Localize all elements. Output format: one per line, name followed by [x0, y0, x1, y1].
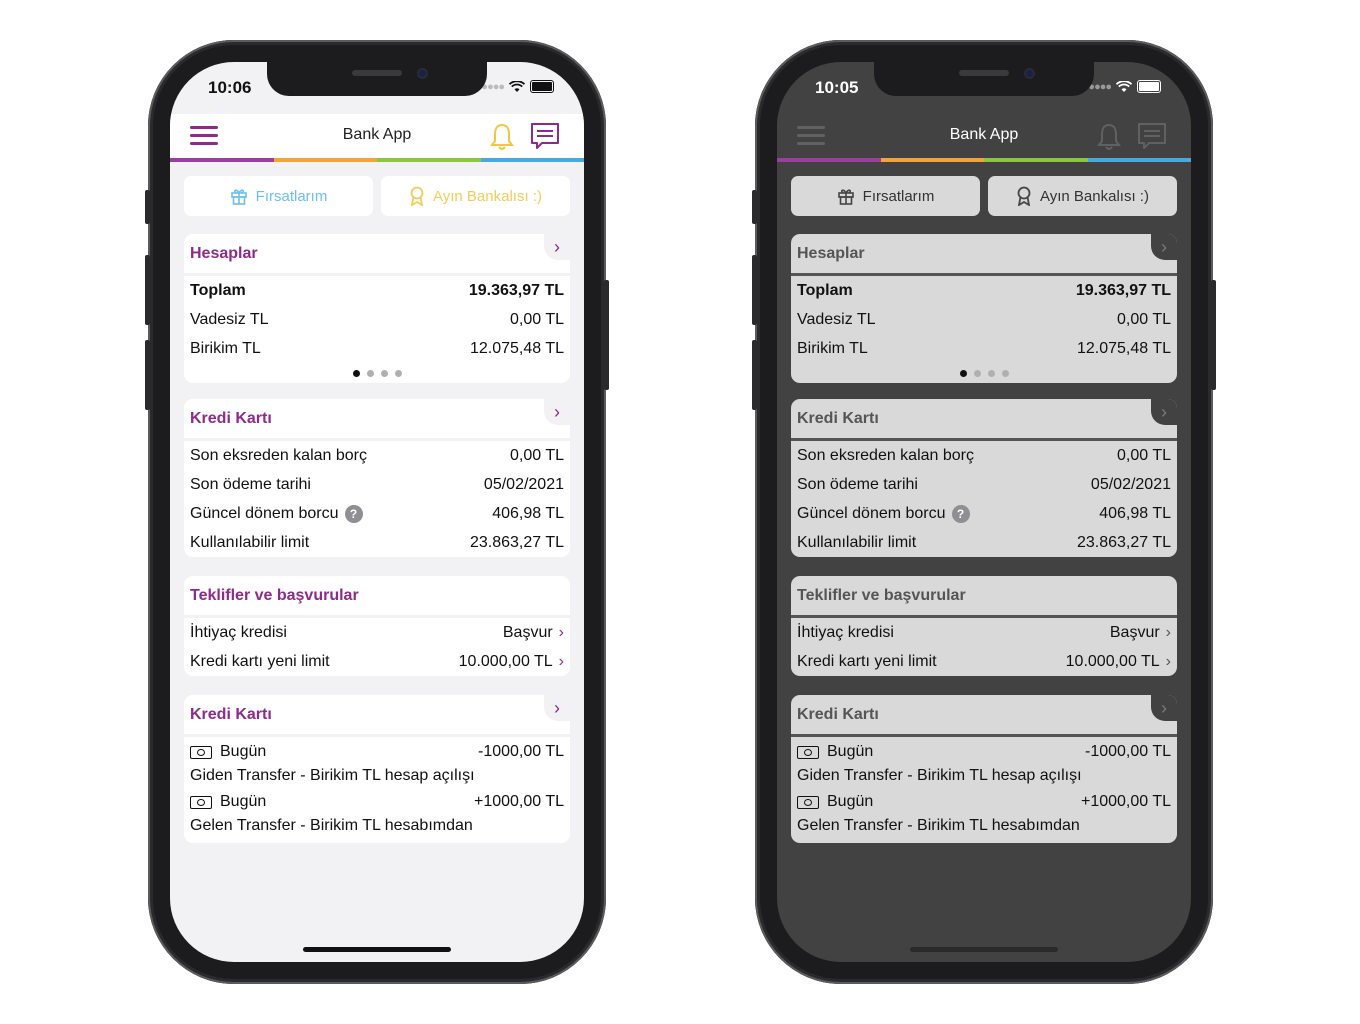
- offer-row[interactable]: İhtiyaç kredisi Başvur ›: [184, 618, 570, 647]
- bell-icon[interactable]: [488, 122, 516, 152]
- offers-card: Teklifler ve başvurular İhtiyaç kredisi B…: [791, 576, 1177, 676]
- transaction-item: Bugün -1000,00 TL Giden Transfer - Biriki…: [797, 743, 1171, 784]
- offers-title: Teklifler ve başvurular: [797, 587, 966, 604]
- account-row: Vadesiz TL 0,00 TL: [190, 310, 564, 328]
- credit-row: Son ödeme tarihi 05/02/2021: [797, 475, 1171, 493]
- transaction-item: Bugün -1000,00 TL Giden Transfer - Biriki…: [190, 743, 564, 784]
- chevron-right-icon[interactable]: ›: [1151, 234, 1177, 260]
- bell-icon[interactable]: [1095, 122, 1123, 152]
- offer-row[interactable]: Kredi kartı yeni limit 10.000,00 TL ›: [184, 647, 570, 676]
- battery-icon: [1137, 80, 1161, 93]
- credit-row: Son ödeme tarihi 05/02/2021: [190, 475, 564, 493]
- award-label: Ayın Bankalısı :): [433, 187, 542, 205]
- home-indicator[interactable]: [910, 947, 1058, 952]
- award-label: Ayın Bankalısı :): [1040, 187, 1149, 205]
- chevron-right-icon: ›: [558, 623, 564, 641]
- offer-row[interactable]: İhtiyaç kredisi Başvur ›: [791, 618, 1177, 647]
- transaction-item: Bugün +1000,00 TL Gelen Transfer - Biriki…: [797, 793, 1171, 834]
- credit-row: Kullanılabilir limit 23.863,27 TL: [797, 533, 1171, 551]
- chevron-right-icon[interactable]: ›: [544, 399, 570, 425]
- offers-title: Teklifler ve başvurular: [190, 587, 359, 604]
- promo-bar: Fırsatlarım Ayın Bankalısı :): [791, 176, 1177, 216]
- award-button[interactable]: Ayın Bankalısı :): [381, 176, 570, 216]
- gifts-label: Fırsatlarım: [862, 187, 935, 205]
- navbar: Bank App: [777, 114, 1191, 158]
- battery-icon: [530, 80, 554, 93]
- cash-icon: [797, 795, 819, 809]
- page-indicator[interactable]: [184, 363, 570, 383]
- transactions-card[interactable]: Kredi Kartı › Bugün -1000,00 TL Giden Tran…: [791, 695, 1177, 843]
- award-button[interactable]: Ayın Bankalısı :): [988, 176, 1177, 216]
- chat-icon[interactable]: [1137, 122, 1167, 152]
- credit-card-title: Kredi Kartı: [190, 410, 272, 427]
- credit-card-title: Kredi Kartı: [797, 410, 879, 427]
- notch: [267, 62, 487, 96]
- account-row: Birikim TL 12.075,48 TL: [797, 339, 1171, 357]
- wifi-icon: [509, 80, 525, 92]
- credit-card-card[interactable]: Kredi Kartı › Son eksreden kalan borç 0,00…: [184, 399, 570, 557]
- chevron-right-icon: ›: [1165, 623, 1171, 641]
- transaction-item: Bugün +1000,00 TL Gelen Transfer - Biriki…: [190, 793, 564, 834]
- credit-row: Son eksreden kalan borç 0,00 TL: [190, 446, 564, 464]
- chevron-right-icon[interactable]: ›: [544, 695, 570, 721]
- wifi-icon: [1116, 80, 1132, 92]
- home-indicator[interactable]: [303, 947, 451, 952]
- credit-row: Güncel dönem borcu? 406,98 TL: [797, 504, 1171, 523]
- accounts-card[interactable]: Hesaplar › Toplam 19.363,97 TL Vadesiz TL 0…: [791, 234, 1177, 383]
- phone-light: 10:06 ●●●● Bank App Fırsatlarım Ayın Ban…: [145, 40, 609, 984]
- accounts-card[interactable]: Hesaplar › Toplam 19.363,97 TL Vadesiz TL 0…: [184, 234, 570, 383]
- chevron-right-icon[interactable]: ›: [544, 234, 570, 260]
- navbar: Bank App: [170, 114, 584, 158]
- credit-row: Güncel dönem borcu? 406,98 TL: [190, 504, 564, 523]
- offers-card: Teklifler ve başvurular İhtiyaç kredisi B…: [184, 576, 570, 676]
- accounts-title: Hesaplar: [797, 245, 865, 262]
- account-row: Toplam 19.363,97 TL: [190, 281, 564, 299]
- chevron-right-icon: ›: [558, 652, 564, 670]
- gifts-label: Fırsatlarım: [255, 187, 328, 205]
- cash-icon: [190, 745, 212, 759]
- cash-icon: [797, 745, 819, 759]
- chevron-right-icon[interactable]: ›: [1151, 399, 1177, 425]
- award-icon: [1017, 186, 1031, 206]
- offer-row[interactable]: Kredi kartı yeni limit 10.000,00 TL ›: [791, 647, 1177, 676]
- account-row: Toplam 19.363,97 TL: [797, 281, 1171, 299]
- account-row: Vadesiz TL 0,00 TL: [797, 310, 1171, 328]
- credit-row: Son eksreden kalan borç 0,00 TL: [797, 446, 1171, 464]
- accounts-title: Hesaplar: [190, 245, 258, 262]
- help-icon[interactable]: ?: [951, 504, 970, 523]
- nav-title: Bank App: [949, 126, 1019, 143]
- credit-card-card[interactable]: Kredi Kartı › Son eksreden kalan borç 0,00…: [791, 399, 1177, 557]
- credit-row: Kullanılabilir limit 23.863,27 TL: [190, 533, 564, 551]
- transactions-title: Kredi Kartı: [797, 706, 879, 723]
- page-indicator[interactable]: [791, 363, 1177, 383]
- help-icon[interactable]: ?: [344, 504, 363, 523]
- notch: [874, 62, 1094, 96]
- chevron-right-icon: ›: [1165, 652, 1171, 670]
- screen: 10:05 ●●●● Bank App Fırsatlarım Ayın Ban…: [777, 62, 1191, 962]
- gift-icon: [230, 189, 247, 205]
- transactions-title: Kredi Kartı: [190, 706, 272, 723]
- award-icon: [410, 186, 424, 206]
- nav-title: Bank App: [342, 126, 412, 143]
- gift-icon: [837, 189, 854, 205]
- phone-dark: 10:05 ●●●● Bank App Fırsatlarım Ayın Ban…: [752, 40, 1216, 984]
- gifts-button[interactable]: Fırsatlarım: [791, 176, 980, 216]
- status-time: 10:06: [208, 78, 252, 97]
- transactions-card[interactable]: Kredi Kartı › Bugün -1000,00 TL Giden Tran…: [184, 695, 570, 843]
- account-row: Birikim TL 12.075,48 TL: [190, 339, 564, 357]
- chat-icon[interactable]: [530, 122, 560, 152]
- gifts-button[interactable]: Fırsatlarım: [184, 176, 373, 216]
- screen: 10:06 ●●●● Bank App Fırsatlarım Ayın Ban…: [170, 62, 584, 962]
- brand-stripe: [170, 158, 584, 162]
- cash-icon: [190, 795, 212, 809]
- chevron-right-icon[interactable]: ›: [1151, 695, 1177, 721]
- brand-stripe: [777, 158, 1191, 162]
- promo-bar: Fırsatlarım Ayın Bankalısı :): [184, 176, 570, 216]
- status-time: 10:05: [815, 78, 859, 97]
